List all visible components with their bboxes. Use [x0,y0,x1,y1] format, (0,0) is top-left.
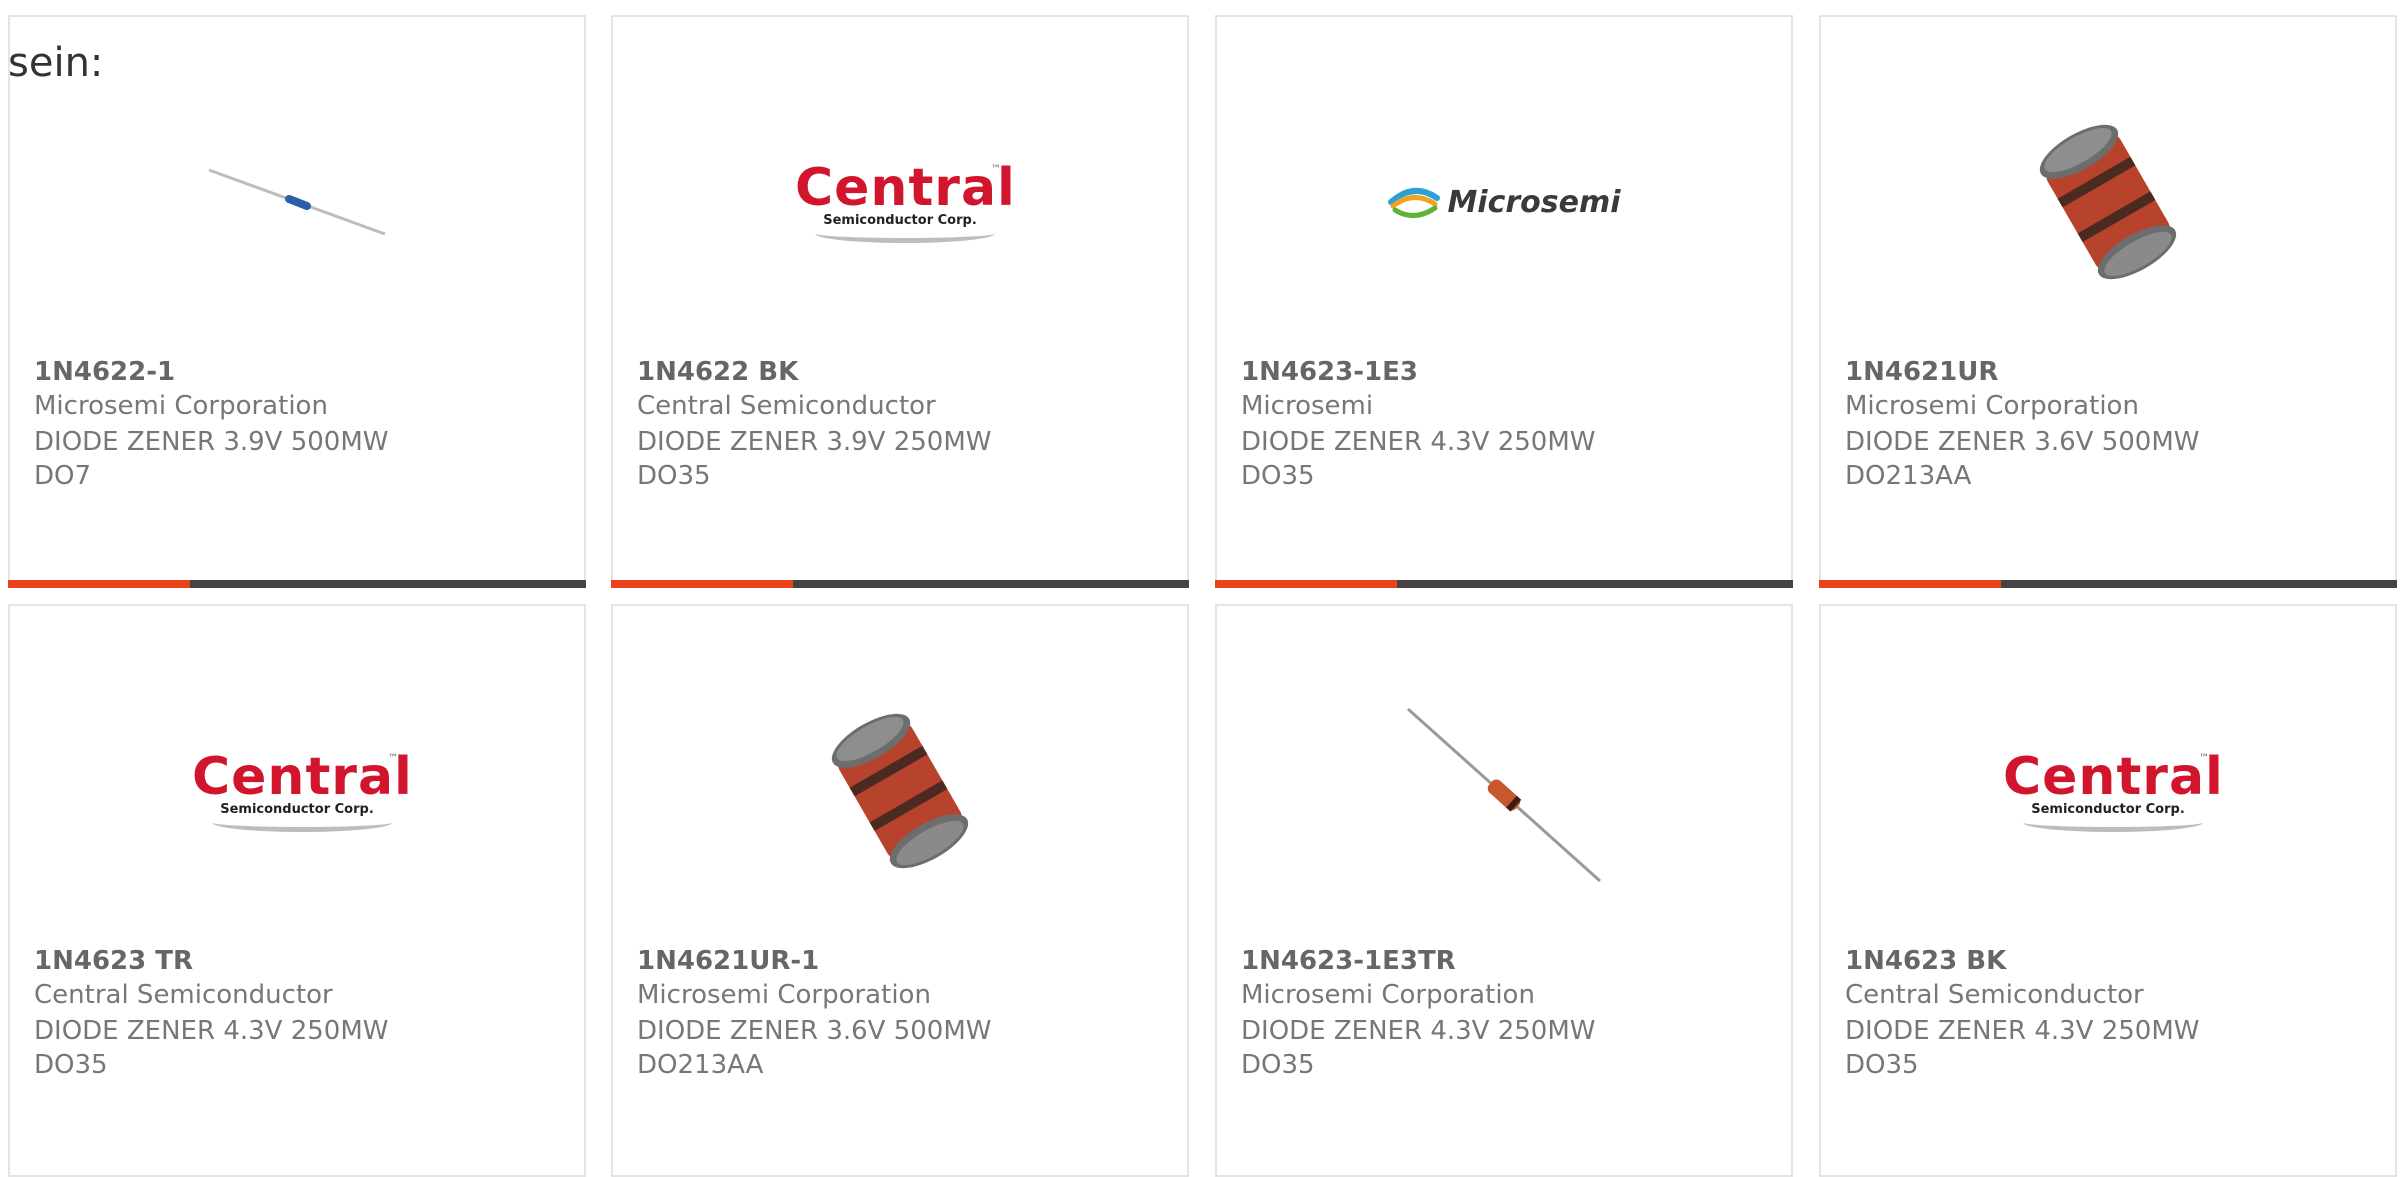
part-number[interactable]: 1N4623-1E3 [1241,357,1418,387]
product-card[interactable]: Central Semiconductor Corp. ™ 1N4622 BK … [611,15,1189,588]
product-card[interactable]: 1N4621UR Microsemi Corporation DIODE ZEN… [1819,15,2397,588]
manufacturer: Central Semiconductor [637,391,936,421]
card-bar [8,580,586,588]
part-number[interactable]: 1N4623 BK [1845,946,2006,976]
card-bar [611,580,1189,588]
manufacturer: Microsemi Corporation [1241,980,1535,1010]
product-card[interactable]: 1N4621UR-1 Microsemi Corporation DIODE Z… [611,604,1189,1177]
part-number[interactable]: 1N4622-1 [34,357,175,387]
description: DIODE ZENER 4.3V 250MW DO35 [1241,427,1596,491]
melf-diode-icon [2039,124,2177,280]
card-bar [1215,580,1793,588]
manufacturer: Microsemi Corporation [637,980,931,1010]
axial-diode-thin-icon [208,168,386,236]
product-card[interactable]: Central Semiconductor Corp. ™ 1N4623 BK … [1819,604,2397,1177]
part-number[interactable]: 1N4621UR-1 [637,946,819,976]
description: DIODE ZENER 3.6V 500MW DO213AA [637,1016,992,1080]
manufacturer: Central Semiconductor [1845,980,2144,1010]
description: DIODE ZENER 3.6V 500MW DO213AA [1845,427,2200,491]
description: DIODE ZENER 4.3V 250MW DO35 [1241,1016,1596,1080]
description: DIODE ZENER 3.9V 500MW DO7 [34,427,389,491]
microsemi-swirl-icon [1388,188,1441,218]
product-grid: 1N4622-1 Microsemi Corporation DIODE ZEN… [0,0,2400,1177]
card-bar [1819,580,2397,588]
product-image[interactable] [613,661,1187,921]
product-card[interactable]: Central Semiconductor Corp. ™ 1N4623 TR … [8,604,586,1177]
description: DIODE ZENER 4.3V 250MW DO35 [34,1016,389,1080]
product-image[interactable] [1821,72,2395,332]
part-number[interactable]: 1N4623-1E3TR [1241,946,1456,976]
product-image[interactable]: Central Semiconductor Corp. ™ [1821,661,2395,921]
axial-diode-icon [1406,707,1602,883]
product-card[interactable]: 1N4623-1E3TR Microsemi Corporation DIODE… [1215,604,1793,1177]
description: DIODE ZENER 3.9V 250MW DO35 [637,427,992,491]
manufacturer: Microsemi [1241,391,1374,421]
product-card[interactable]: 1N4622-1 Microsemi Corporation DIODE ZEN… [8,15,586,588]
part-number[interactable]: 1N4622 BK [637,357,798,387]
product-card[interactable]: Microsemi 1N4623-1E3 Microsemi DIODE ZEN… [1215,15,1793,588]
melf-diode-icon [831,713,969,869]
product-image[interactable] [1217,661,1791,921]
manufacturer: Microsemi Corporation [34,391,328,421]
product-image[interactable]: Microsemi [1217,72,1791,332]
part-number[interactable]: 1N4621UR [1845,357,1998,387]
description: DIODE ZENER 4.3V 250MW DO35 [1845,1016,2200,1080]
central-logo: Central Semiconductor Corp. ™ [2003,751,2223,832]
product-image[interactable] [10,72,584,332]
product-image[interactable]: Central Semiconductor Corp. ™ [10,661,584,921]
central-logo: Central Semiconductor Corp. ™ [795,162,1015,243]
microsemi-logo: Microsemi [1387,184,1621,220]
manufacturer: Microsemi Corporation [1845,391,2139,421]
manufacturer: Central Semiconductor [34,980,333,1010]
part-number[interactable]: 1N4623 TR [34,946,193,976]
central-logo: Central Semiconductor Corp. ™ [192,751,412,832]
intro-text: sein: [8,40,104,86]
product-image[interactable]: Central Semiconductor Corp. ™ [613,72,1187,332]
